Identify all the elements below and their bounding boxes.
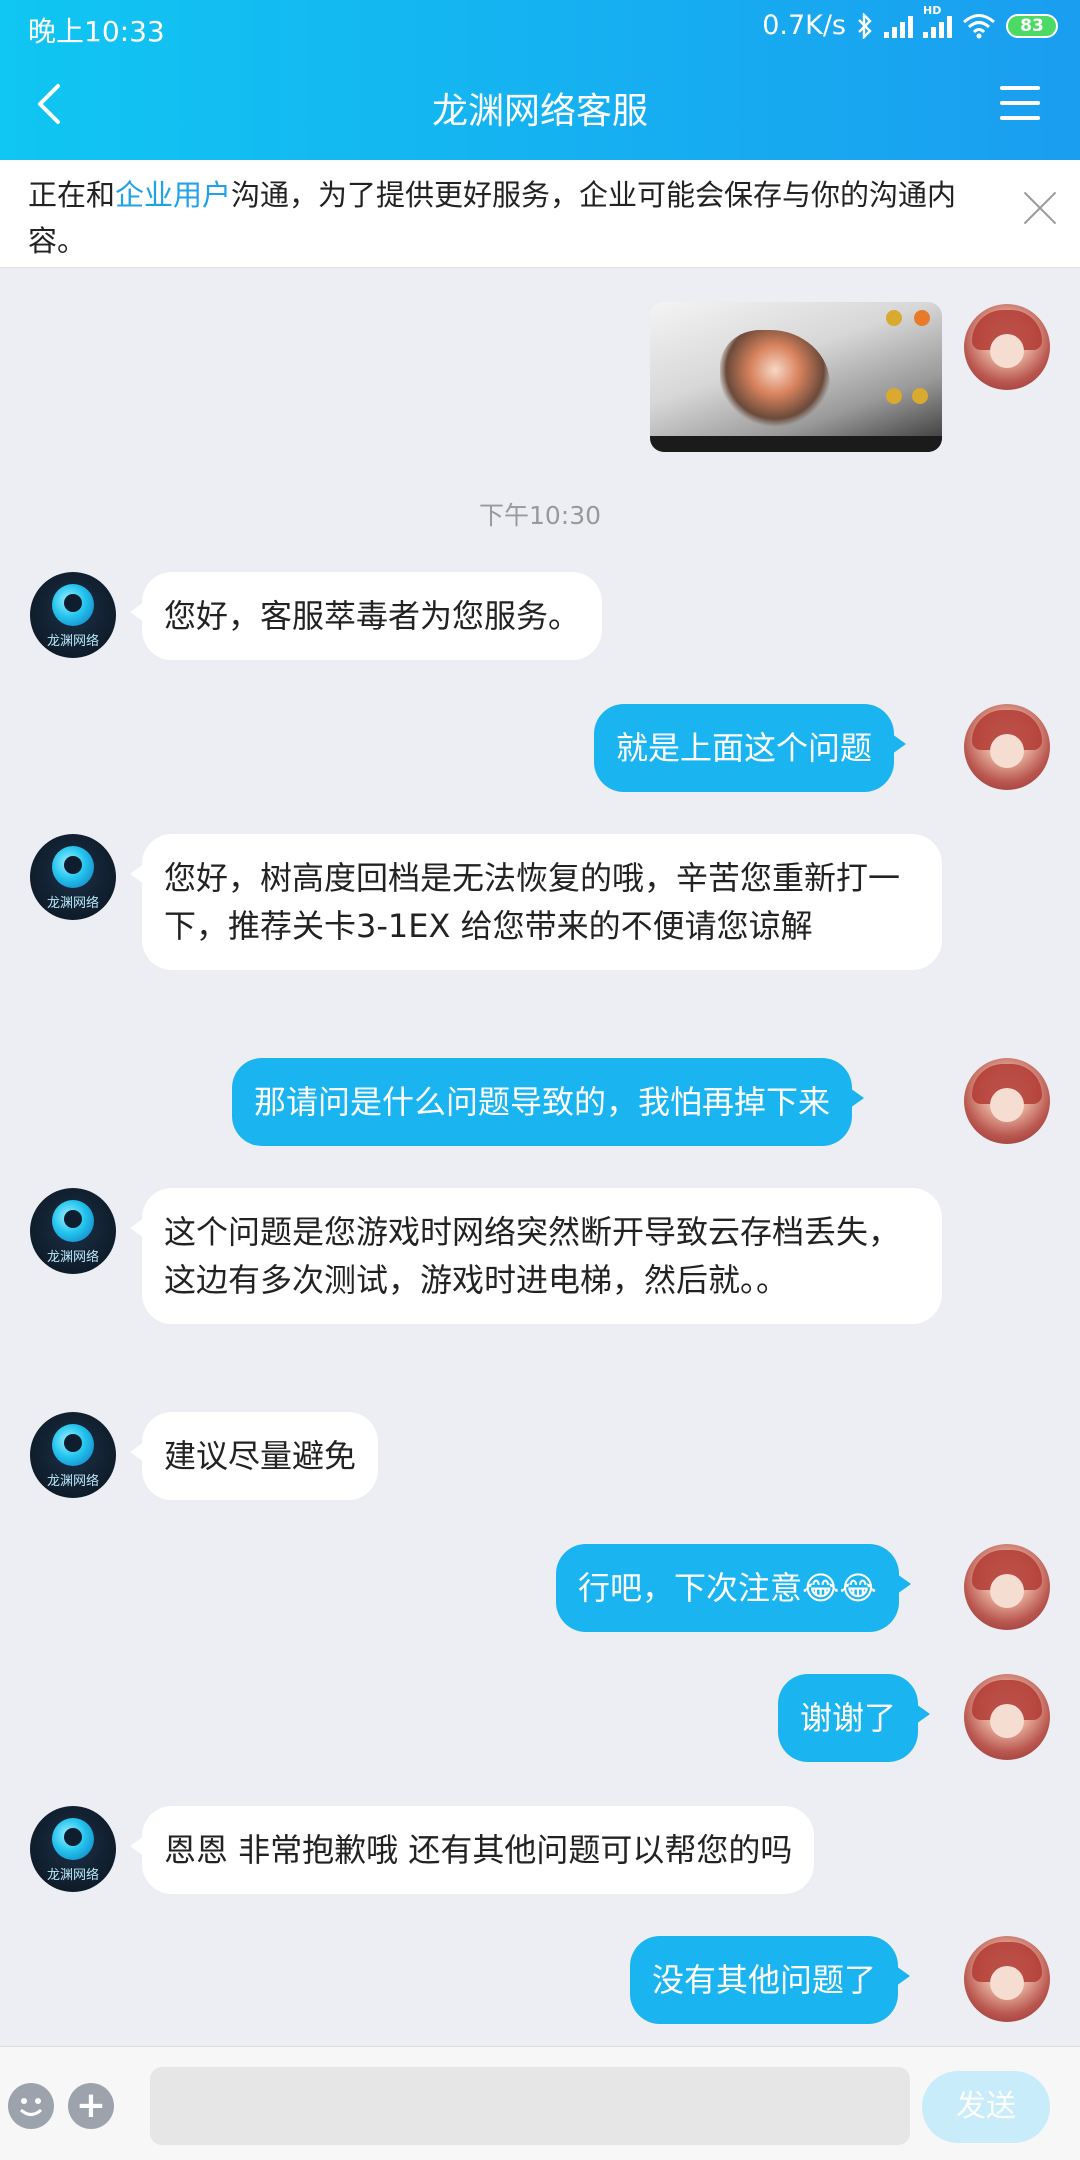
- close-icon[interactable]: [1022, 190, 1058, 226]
- user-avatar[interactable]: [964, 1936, 1050, 2022]
- message-text: 行吧，下次注意: [578, 1569, 803, 1607]
- message-bubble-incoming[interactable]: 您好，客服萃毒者为您服务。: [129, 572, 603, 660]
- app-header: 晚上10:33 0.7K/s HD 83 龙渊网络客服: [0, 0, 1080, 160]
- signal-icon: [884, 14, 913, 38]
- send-button[interactable]: 发送: [922, 2071, 1050, 2143]
- notice-text: 正在和企业用户沟通，为了提供更好服务，企业可能会保存与你的沟通内容。: [28, 178, 957, 258]
- message-input[interactable]: [150, 2067, 910, 2145]
- message-bubble-incoming[interactable]: 这个问题是您游戏时网络突然断开导致云存档丢失，这边有多次测试，游戏时进电梯，然后…: [130, 1188, 942, 1324]
- message-bubble-outgoing[interactable]: 谢谢了: [778, 1674, 931, 1762]
- laughing-emoji-icon: 😂😂: [802, 1569, 877, 1607]
- message-bubble-incoming[interactable]: 恩恩 非常抱歉哦 还有其他问题可以帮您的吗: [129, 1806, 815, 1894]
- message-bubble-outgoing[interactable]: 那请问是什么问题导致的，我怕再掉下来: [232, 1058, 865, 1146]
- bluetooth-icon: [858, 12, 872, 39]
- status-bar: 晚上10:33 0.7K/s HD 83: [0, 0, 1080, 52]
- support-avatar[interactable]: 龙渊网络: [30, 572, 116, 658]
- message-bubble-outgoing[interactable]: 就是上面这个问题: [594, 704, 907, 792]
- support-avatar[interactable]: 龙渊网络: [30, 834, 116, 920]
- message-bubble-incoming[interactable]: 建议尽量避免: [129, 1412, 379, 1500]
- support-avatar[interactable]: 龙渊网络: [30, 1188, 116, 1274]
- user-avatar[interactable]: [964, 1544, 1050, 1630]
- support-avatar[interactable]: 龙渊网络: [30, 1412, 116, 1498]
- message-bubble-outgoing[interactable]: 没有其他问题了: [630, 1936, 911, 2024]
- user-avatar[interactable]: [964, 304, 1050, 390]
- message-bubble-outgoing[interactable]: 行吧，下次注意😂😂: [556, 1544, 911, 1632]
- input-bar: + 发送: [0, 2046, 1080, 2160]
- status-indicators: 0.7K/s HD 83: [762, 4, 1058, 41]
- page-title: 龙渊网络客服: [431, 91, 648, 132]
- message-timestamp: 下午10:30: [478, 501, 602, 530]
- battery-icon: 83: [1006, 13, 1058, 38]
- status-time: 晚上10:33: [28, 15, 165, 48]
- message-bubble-incoming[interactable]: 您好，树高度回档是无法恢复的哦，辛苦您重新打一下，推荐关卡3-1EX 给您带来的…: [130, 834, 942, 970]
- user-avatar[interactable]: [964, 1674, 1050, 1760]
- signal-hd-icon: HD: [923, 4, 952, 38]
- wifi-icon: [963, 13, 995, 38]
- network-speed: 0.7K/s: [762, 10, 846, 41]
- emoji-icon[interactable]: [8, 2083, 54, 2129]
- user-avatar[interactable]: [964, 704, 1050, 790]
- enterprise-user-link[interactable]: 企业用户: [115, 178, 231, 212]
- user-avatar[interactable]: [964, 1058, 1050, 1144]
- menu-icon[interactable]: [1000, 86, 1040, 122]
- plus-icon[interactable]: +: [68, 2083, 114, 2129]
- image-message[interactable]: [650, 302, 942, 452]
- support-avatar[interactable]: 龙渊网络: [30, 1806, 116, 1892]
- privacy-notice: 正在和企业用户沟通，为了提供更好服务，企业可能会保存与你的沟通内容。: [0, 160, 1080, 268]
